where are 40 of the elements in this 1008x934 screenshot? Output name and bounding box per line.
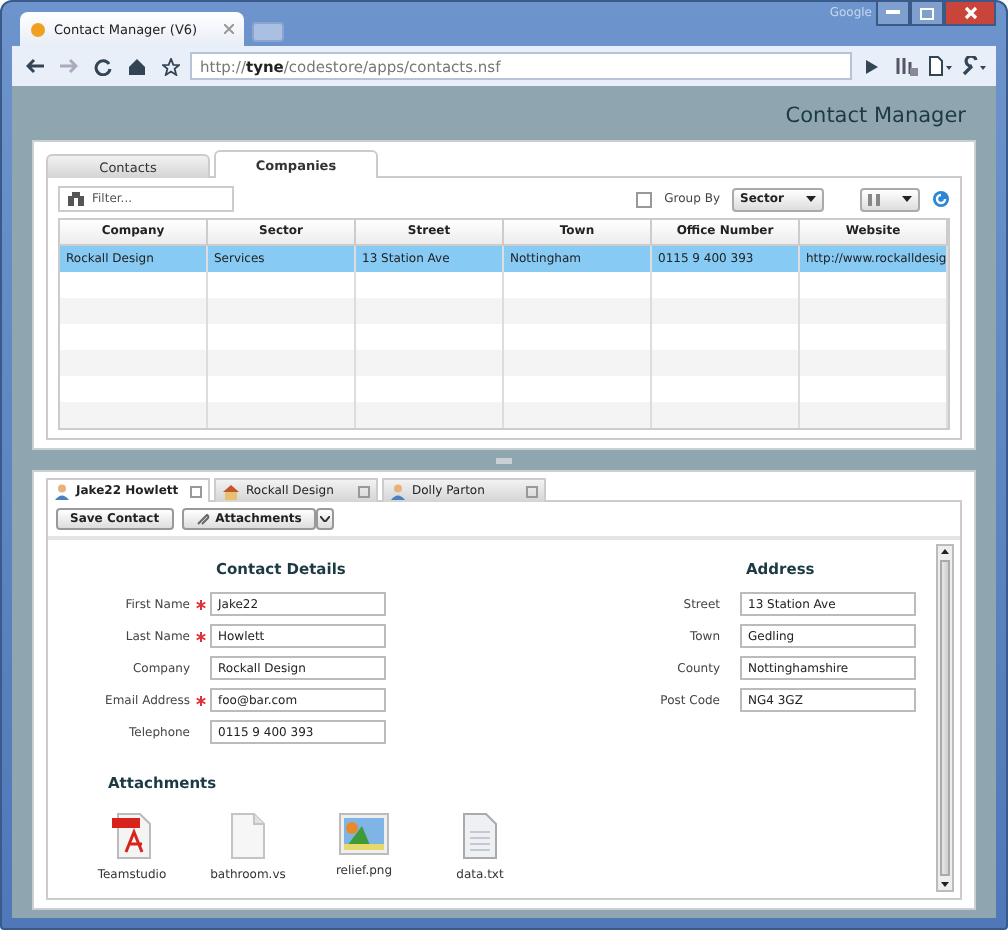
caret-icon xyxy=(902,196,912,202)
columns-icon xyxy=(868,193,882,205)
page-icon xyxy=(928,56,952,76)
extension-button[interactable] xyxy=(892,52,920,80)
chevron-icon xyxy=(319,516,330,522)
close-icon xyxy=(963,6,977,20)
close-icon[interactable] xyxy=(224,24,234,34)
star-icon xyxy=(161,57,179,75)
paperclip-icon xyxy=(195,512,210,526)
bookmark-button[interactable] xyxy=(156,52,184,80)
play-icon xyxy=(866,59,878,73)
forward-arrow-icon xyxy=(59,58,77,74)
minimize-icon xyxy=(886,10,900,16)
scrollbar[interactable] xyxy=(936,544,954,892)
dropdown-button[interactable] xyxy=(315,508,334,530)
house-icon xyxy=(222,483,240,499)
maximize-button[interactable] xyxy=(910,2,944,26)
page-menu-button[interactable] xyxy=(926,52,954,80)
close-button[interactable] xyxy=(944,2,996,26)
scroll-up-icon[interactable] xyxy=(938,546,952,558)
extension-icon xyxy=(895,56,917,76)
columns-button[interactable] xyxy=(860,187,920,211)
back-arrow-icon xyxy=(25,58,43,74)
binoculars-icon xyxy=(68,192,84,206)
tools-menu-button[interactable] xyxy=(960,52,988,80)
caret-icon xyxy=(806,196,816,202)
wrench-icon xyxy=(962,56,986,76)
close-icon[interactable] xyxy=(190,485,202,497)
person-icon xyxy=(390,483,406,499)
refresh-icon[interactable] xyxy=(932,190,950,208)
image-file-icon[interactable] xyxy=(338,812,390,856)
reload-icon xyxy=(93,57,111,75)
pdf-file-icon[interactable] xyxy=(110,812,154,860)
app-title: Contact Manager xyxy=(783,102,968,132)
group-by-checkbox[interactable] xyxy=(636,191,653,207)
home-icon xyxy=(127,57,145,75)
scroll-down-icon[interactable] xyxy=(938,878,952,890)
person-icon xyxy=(54,483,70,499)
maximize-icon xyxy=(920,7,934,19)
minimize-button[interactable] xyxy=(876,2,910,26)
